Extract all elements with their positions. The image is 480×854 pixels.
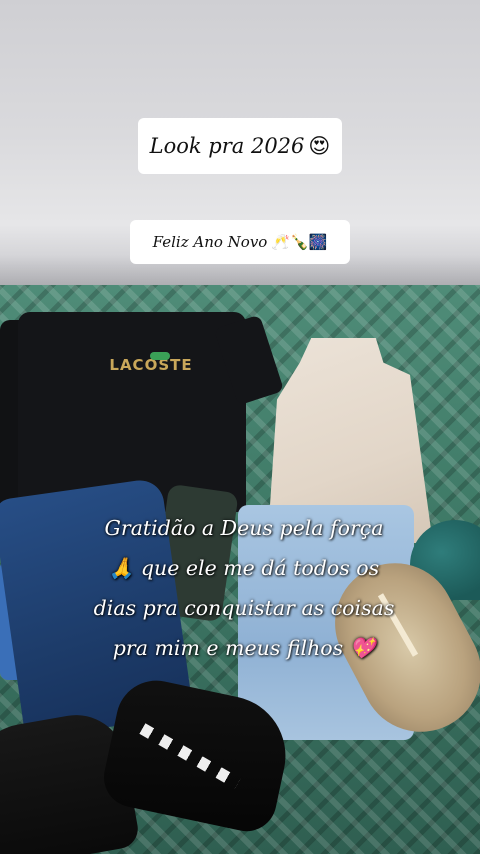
caption-text: Gratidão a Deus pela força 🙏 que ele me … — [64, 508, 424, 668]
caption-line: dias pra conquistar as coisas — [93, 596, 395, 620]
caption-line: Gratidão a Deus pela força — [104, 516, 384, 540]
title-sticker: Look pra 2026 😍 — [138, 118, 342, 174]
caption-line: 🙏 que ele me dá todos os — [108, 556, 380, 580]
new-year-sticker: Feliz Ano Novo 🥂🍾🎆 — [130, 220, 350, 264]
new-year-text: Feliz Ano Novo — [152, 233, 268, 251]
celebration-emoji-icon: 🥂🍾🎆 — [271, 233, 328, 251]
crocodile-logo-icon — [150, 352, 170, 360]
caption-line: pra mim e meus filhos 💖 — [112, 636, 376, 660]
title-text: Look pra 2026 — [149, 134, 305, 158]
heart-eyes-emoji-icon: 😍 — [308, 134, 331, 158]
